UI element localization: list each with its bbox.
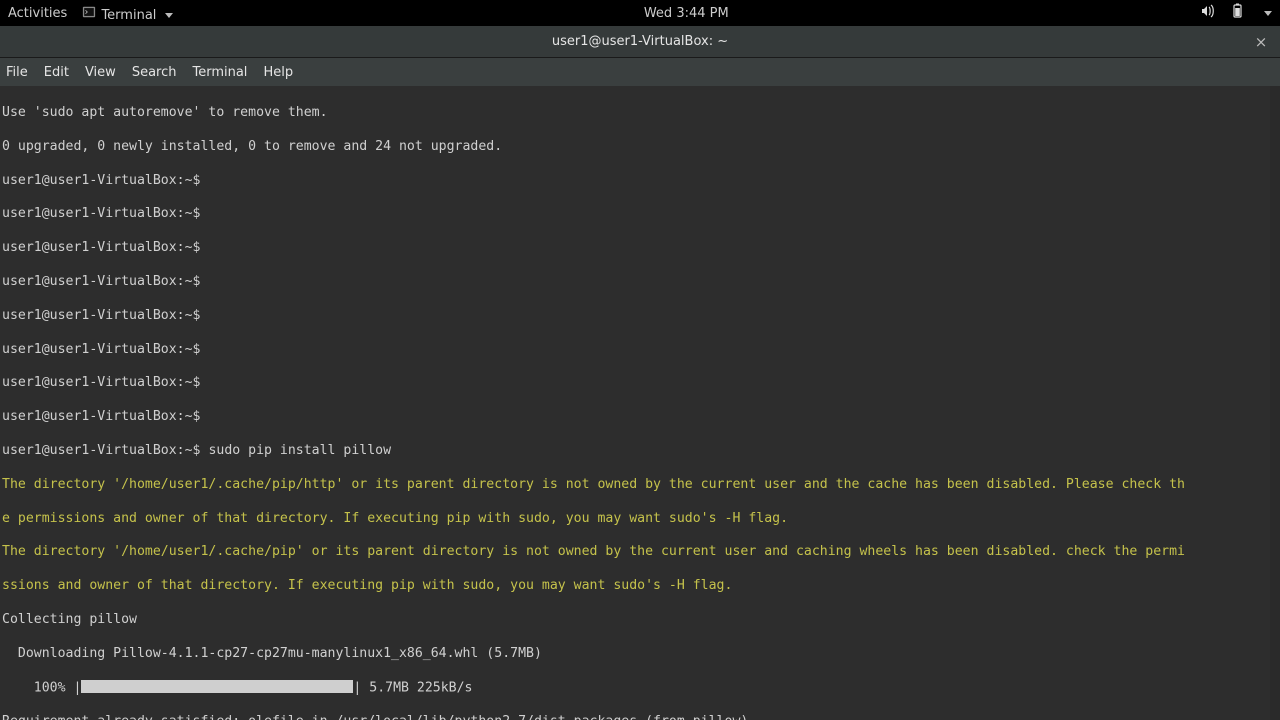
terminal-icon	[81, 4, 97, 20]
menu-search[interactable]: Search	[132, 65, 177, 80]
term-line: user1@user1-VirtualBox:~$	[2, 409, 1276, 426]
progress-line: 100% || 5.7MB 225kB/s	[2, 680, 1276, 697]
pip-warning: The directory '/home/user1/.cache/pip/ht…	[2, 477, 1276, 494]
menu-help[interactable]: Help	[263, 65, 293, 80]
term-line: user1@user1-VirtualBox:~$	[2, 173, 1276, 190]
pip-warning: ssions and owner of that directory. If e…	[2, 578, 1276, 595]
term-line: Downloading Pillow-4.1.1-cp27-cp27mu-man…	[2, 646, 1276, 663]
pip-warning: e permissions and owner of that director…	[2, 511, 1276, 528]
term-line: 0 upgraded, 0 newly installed, 0 to remo…	[2, 139, 1276, 156]
clock[interactable]: Wed 3:44 PM	[644, 6, 729, 21]
term-line: user1@user1-VirtualBox:~$	[2, 375, 1276, 392]
term-line: user1@user1-VirtualBox:~$	[2, 308, 1276, 325]
current-app[interactable]: Terminal	[81, 4, 172, 23]
term-line: Use 'sudo apt autoremove' to remove them…	[2, 105, 1276, 122]
menu-edit[interactable]: Edit	[44, 65, 69, 80]
menu-file[interactable]: File	[6, 65, 28, 80]
battery-icon[interactable]	[1230, 3, 1246, 23]
activities-button[interactable]: Activities	[8, 6, 67, 21]
term-line: user1@user1-VirtualBox:~$	[2, 240, 1276, 257]
term-line: user1@user1-VirtualBox:~$ sudo pip insta…	[2, 443, 1276, 460]
window-close-button[interactable]: ×	[1252, 33, 1270, 51]
term-line: Collecting pillow	[2, 612, 1276, 629]
progress-bar	[81, 680, 353, 694]
chevron-down-icon	[1264, 11, 1272, 16]
pip-warning: The directory '/home/user1/.cache/pip' o…	[2, 544, 1276, 561]
window-titlebar: user1@user1-VirtualBox: ~ ×	[0, 26, 1280, 58]
chevron-down-icon	[165, 13, 173, 18]
term-line: Requirement already satisfied: olefile i…	[2, 714, 1276, 720]
term-line: user1@user1-VirtualBox:~$	[2, 342, 1276, 359]
menu-view[interactable]: View	[85, 65, 116, 80]
window-title-text: user1@user1-VirtualBox: ~	[552, 34, 728, 49]
current-app-label: Terminal	[101, 8, 156, 23]
gnome-topbar: Activities Terminal Wed 3:44 PM	[0, 0, 1280, 26]
terminal-menubar: File Edit View Search Terminal Help	[0, 58, 1280, 86]
system-menu-arrow[interactable]	[1260, 6, 1272, 21]
menu-terminal[interactable]: Terminal	[192, 65, 247, 80]
term-line: user1@user1-VirtualBox:~$	[2, 274, 1276, 291]
term-line: user1@user1-VirtualBox:~$	[2, 206, 1276, 223]
terminal-output[interactable]: Use 'sudo apt autoremove' to remove them…	[0, 86, 1280, 720]
scrollbar[interactable]	[1270, 86, 1280, 720]
volume-icon[interactable]	[1200, 3, 1216, 23]
